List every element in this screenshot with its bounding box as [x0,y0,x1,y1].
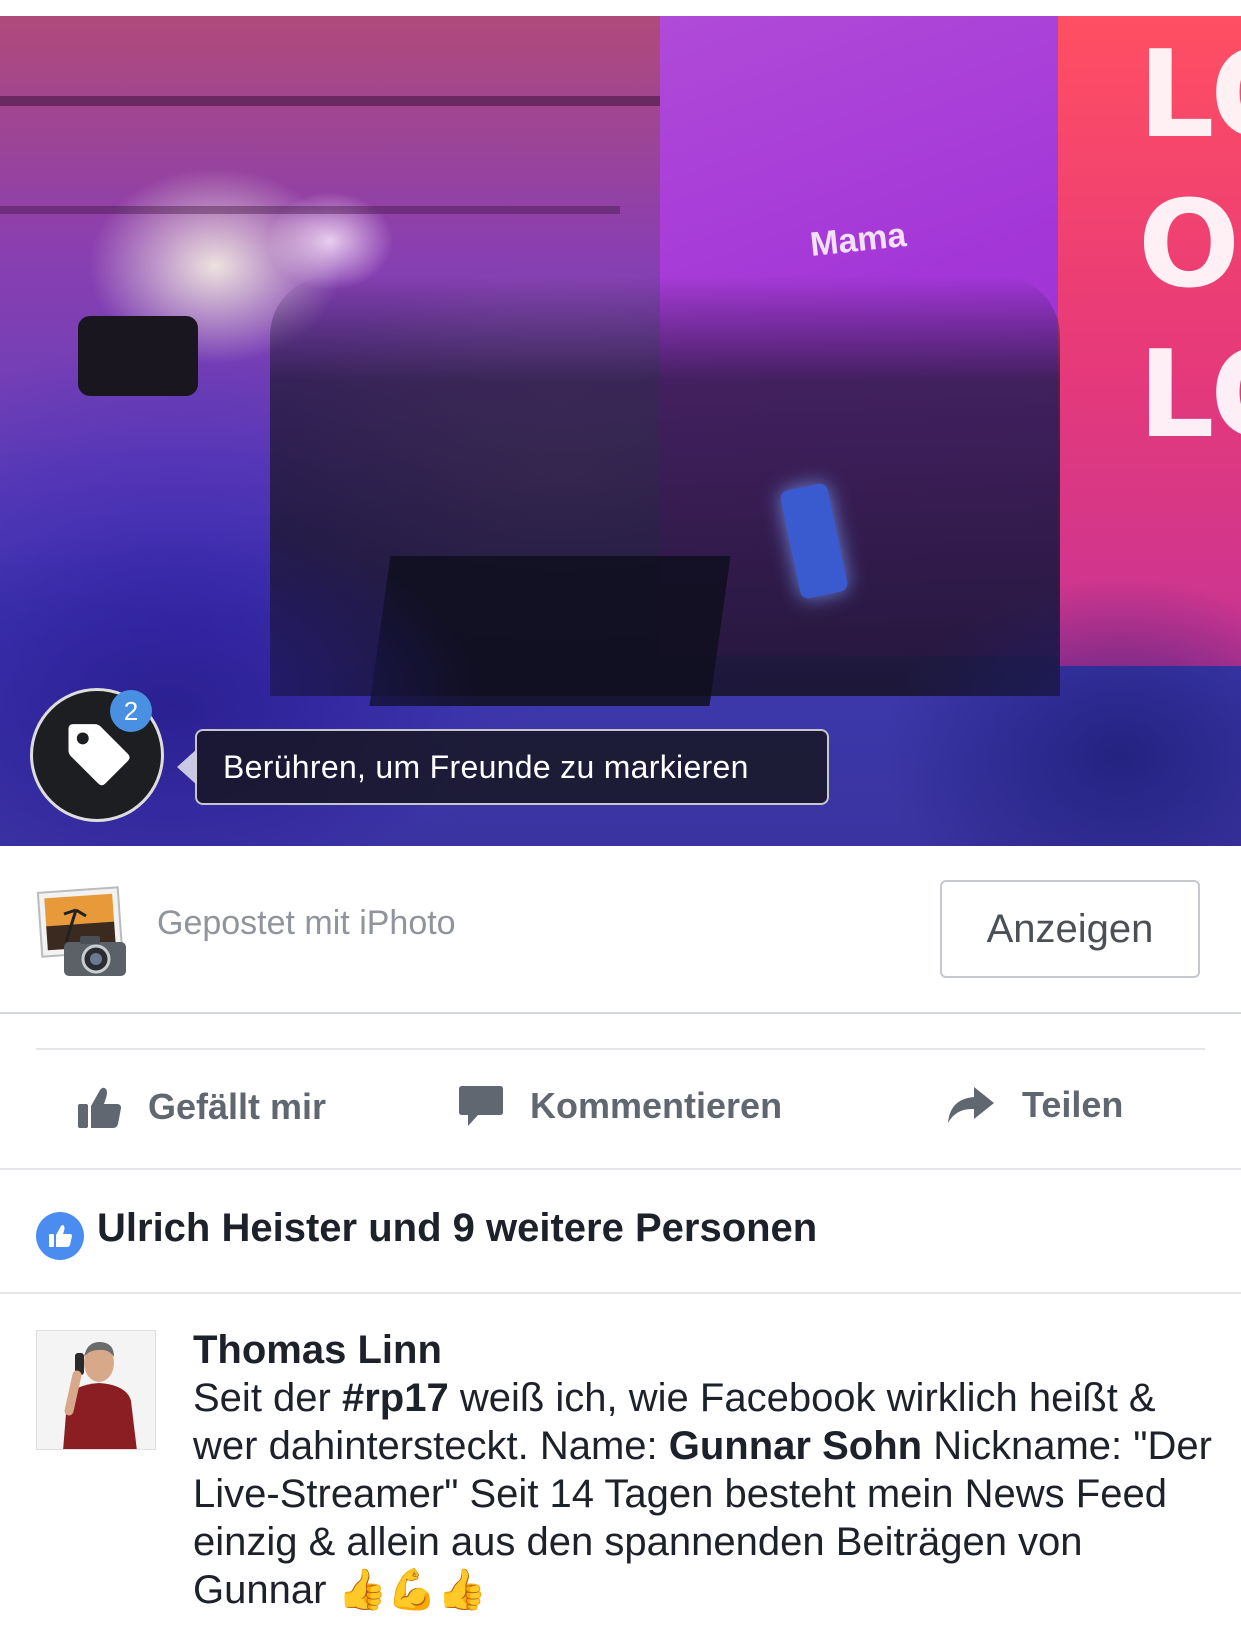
stage-truss-lower [0,206,620,214]
comment-hashtag[interactable]: #rp17 [342,1376,449,1420]
stage-truss [0,96,700,106]
screen-text: Mama [808,216,909,264]
like-label: Gefällt mir [148,1086,327,1127]
comment-label: Kommentieren [530,1085,783,1126]
comment-button[interactable]: Kommentieren [458,1084,782,1128]
show-app-button[interactable]: Anzeigen [940,880,1200,978]
share-arrow-icon [948,1087,994,1123]
comment-mention[interactable]: Gunnar Sohn [669,1424,922,1468]
posted-with-label: Gepostet mit iPhoto [157,904,456,942]
like-badge-icon [36,1212,84,1260]
banner-letters-1: LO [1138,26,1241,165]
tooltip-arrow [177,749,197,785]
app-attribution-row: Gepostet mit iPhoto Anzeigen [0,848,1241,1014]
reactions-text: Ulrich Heister und 9 weitere Personen [97,1206,818,1250]
reactions-summary[interactable]: Ulrich Heister und 9 weitere Personen [0,1170,1241,1294]
banner-letters-3: LO [1138,326,1241,465]
thumbs-up-icon [78,1087,121,1128]
stage-banner: LO O LO [1058,16,1241,666]
avatar[interactable] [36,1330,156,1450]
tag-friends-hint: Berühren, um Freunde zu markieren [223,748,749,785]
foreground-audience-right [880,576,1241,846]
comment-text-1: Seit der [193,1376,342,1420]
like-button[interactable]: Gefällt mir [76,1084,326,1130]
comment-emoji: 👍💪👍 [337,1568,487,1612]
comment-author[interactable]: Thomas Linn [193,1326,1213,1374]
top-strip [0,0,1241,16]
comment-item: Thomas Linn Seit der #rp17 weiß ich, wie… [0,1296,1241,1628]
post-photo[interactable]: Mama LO O LO Berühren, um Freunde zu mar… [0,16,1241,846]
speech-bubble-icon [459,1086,503,1126]
comment-body: Thomas Linn Seit der #rp17 weiß ich, wie… [193,1326,1213,1614]
post-action-bar: Gefällt mir Kommentieren Teilen [0,1050,1241,1170]
camera-in-hand [78,316,198,396]
comment-text: Seit der #rp17 weiß ich, wie Facebook wi… [193,1376,1212,1612]
iphoto-icon[interactable] [36,884,132,980]
share-button[interactable]: Teilen [946,1084,1123,1126]
banner-letters-2: O [1138,176,1241,315]
tag-count-badge: 2 [110,690,152,732]
tag-friends-tooltip[interactable]: Berühren, um Freunde zu markieren [195,729,829,805]
share-label: Teilen [1022,1084,1124,1125]
